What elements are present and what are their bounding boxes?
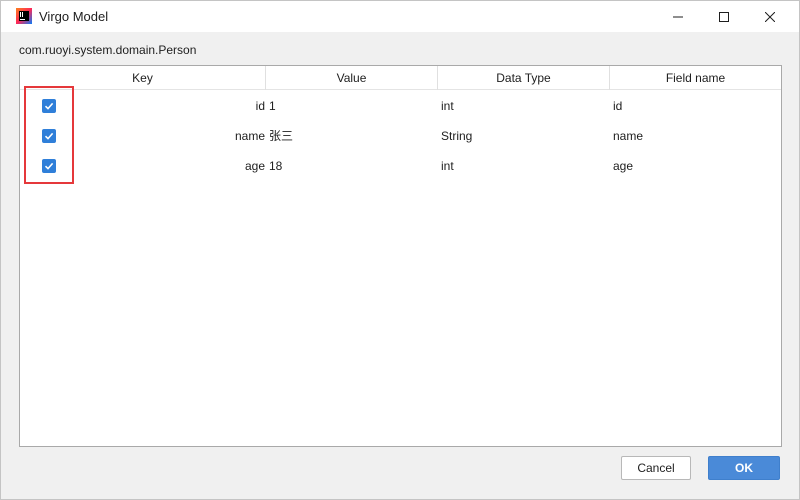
row-checkbox[interactable] xyxy=(42,159,56,173)
checkmark-icon xyxy=(44,161,54,171)
column-header-data-type[interactable]: Data Type xyxy=(438,66,610,90)
table-row[interactable]: name 张三 String name xyxy=(20,121,781,151)
cell-key: id xyxy=(255,99,265,113)
close-icon xyxy=(765,11,775,22)
intellij-idea-icon xyxy=(16,8,32,24)
ok-button[interactable]: OK xyxy=(708,456,780,480)
cell-data-type: int xyxy=(441,99,454,113)
column-header-key[interactable]: Key xyxy=(20,66,266,90)
cell-data-type: String xyxy=(441,129,473,143)
cell-value[interactable]: 1 xyxy=(269,91,434,121)
minimize-icon xyxy=(673,12,683,22)
title-bar[interactable]: Virgo Model xyxy=(1,1,799,32)
checkmark-icon xyxy=(44,101,54,111)
cell-field-name: name xyxy=(613,129,644,143)
checkmark-icon xyxy=(44,131,54,141)
cell-value[interactable]: 张三 xyxy=(269,121,434,151)
cancel-button[interactable]: Cancel xyxy=(621,456,691,480)
maximize-icon xyxy=(719,11,729,22)
maximize-button[interactable] xyxy=(701,1,747,32)
column-header-value[interactable]: Value xyxy=(266,66,438,90)
row-checkbox[interactable] xyxy=(42,129,56,143)
table-row[interactable]: age 18 int age xyxy=(20,151,781,181)
cell-key: age xyxy=(244,159,265,173)
cell-field-name: id xyxy=(613,99,623,113)
window-title: Virgo Model xyxy=(39,9,109,24)
table-row[interactable]: id 1 int id xyxy=(20,91,781,121)
cell-data-type: int xyxy=(441,159,454,173)
cell-field-name: age xyxy=(613,159,634,173)
table-header: Key Value Data Type Field name xyxy=(20,66,781,90)
class-path-label: com.ruoyi.system.domain.Person xyxy=(19,43,197,57)
cell-value[interactable]: 18 xyxy=(269,151,434,181)
minimize-button[interactable] xyxy=(655,1,701,32)
close-button[interactable] xyxy=(747,1,793,32)
cell-key: name xyxy=(234,129,265,143)
fields-table[interactable]: Key Value Data Type Field name id 1 int … xyxy=(19,65,782,447)
dialog-window: Virgo Model com.ruoyi.system.domain.Pers… xyxy=(0,0,800,500)
column-header-field-name[interactable]: Field name xyxy=(610,66,781,90)
row-checkbox[interactable] xyxy=(42,99,56,113)
